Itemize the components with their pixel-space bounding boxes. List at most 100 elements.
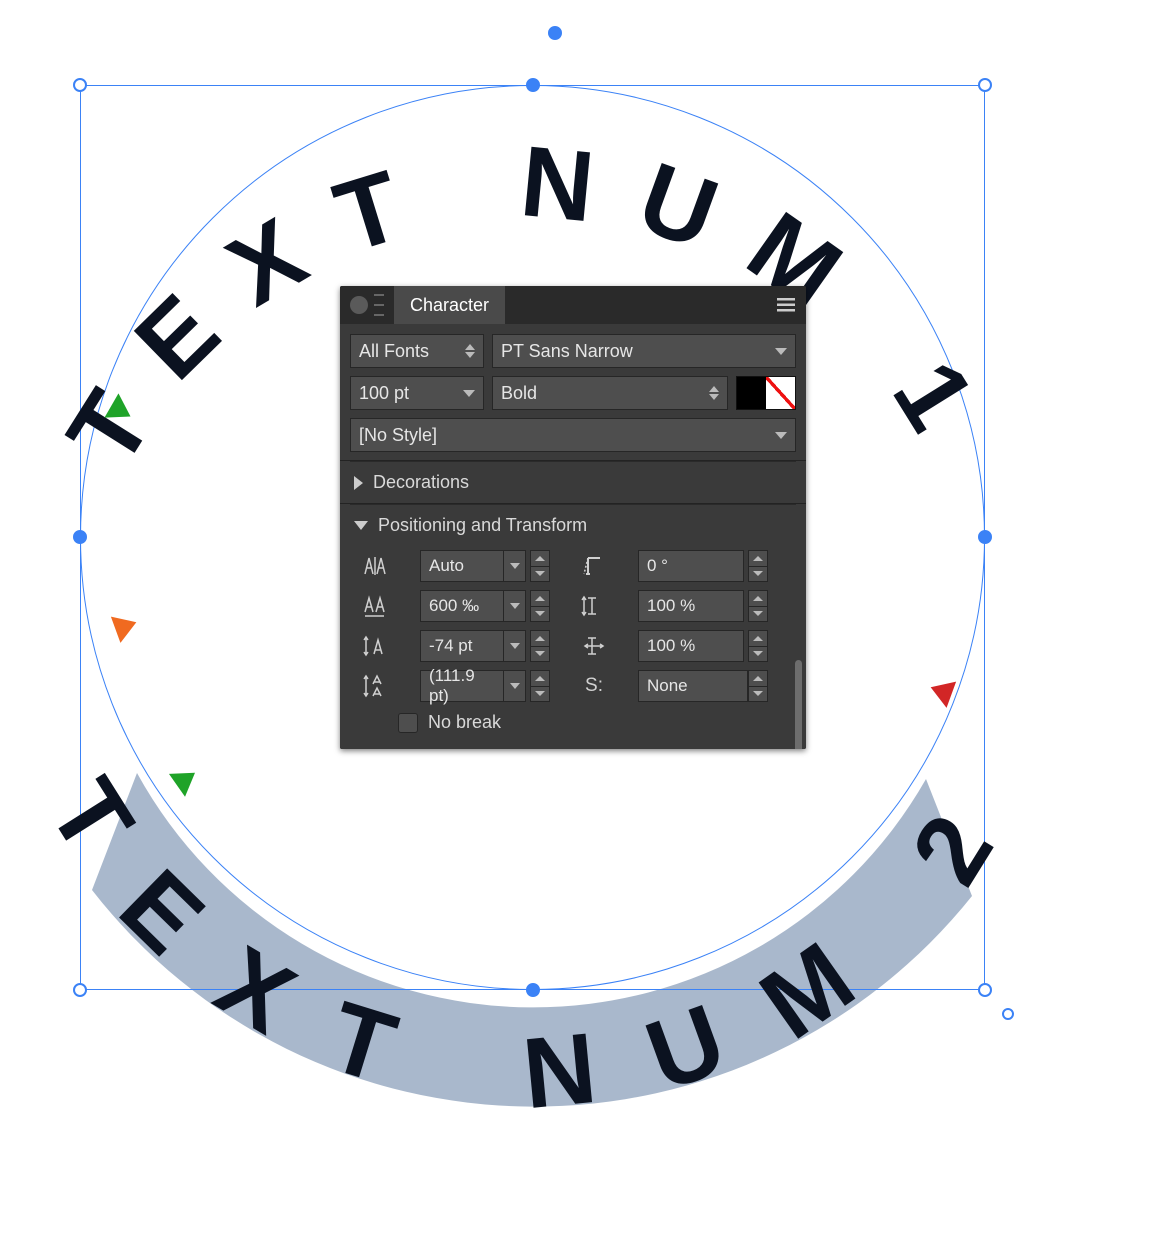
stepper-down[interactable] <box>530 646 550 663</box>
baseline-shift-stepper[interactable] <box>530 630 550 662</box>
hamburger-icon <box>777 298 795 312</box>
baseline-shift-value: -74 pt <box>429 636 472 656</box>
vscale-value: 100 % <box>647 596 695 616</box>
tracking-value: 600 ‰ <box>429 596 479 616</box>
chevron-down-icon <box>463 390 475 397</box>
disclosure-right-icon <box>354 476 363 490</box>
text-color-swatches[interactable] <box>736 376 796 410</box>
shear-icon <box>576 554 612 578</box>
text-start-marker-icon[interactable] <box>104 393 137 428</box>
stepper-down[interactable] <box>530 566 550 583</box>
stepper-up[interactable] <box>748 670 768 686</box>
hscale-icon <box>576 634 612 658</box>
shear-value: 0 ° <box>647 556 668 576</box>
text-end-marker-icon[interactable] <box>926 674 956 708</box>
stepper-down[interactable] <box>748 606 768 623</box>
leading-stepper[interactable] <box>530 670 550 702</box>
stepper-up[interactable] <box>530 630 550 646</box>
character-style-value: [No Style] <box>359 425 437 446</box>
baseline-shift-dropdown[interactable] <box>504 630 526 662</box>
hscale-value: 100 % <box>647 636 695 656</box>
stepper-up[interactable] <box>748 550 768 566</box>
stepper-down[interactable] <box>748 686 768 703</box>
handle-sw[interactable] <box>73 983 87 997</box>
no-break-checkbox[interactable] <box>398 713 418 733</box>
caps-style-select[interactable]: None <box>638 670 768 702</box>
handle-s[interactable] <box>526 983 540 997</box>
hscale-field[interactable]: 100 % <box>638 630 768 662</box>
stroke-swatch[interactable] <box>766 377 795 409</box>
handle-e[interactable] <box>978 530 992 544</box>
stepper-down[interactable] <box>530 606 550 623</box>
tracking-field[interactable]: 600 ‰ <box>420 590 550 622</box>
panel-grip-icon[interactable] <box>374 294 384 316</box>
section-decorations-label: Decorations <box>373 472 469 493</box>
hscale-stepper[interactable] <box>748 630 768 662</box>
character-panel[interactable]: Character All Fonts PT Sans Narrow <box>340 286 806 749</box>
handle-w[interactable] <box>73 530 87 544</box>
tracking-icon <box>358 594 394 618</box>
leading-field[interactable]: (111.9 pt) <box>420 670 550 702</box>
text-start-marker-2-icon[interactable] <box>169 761 203 797</box>
leading-dropdown[interactable] <box>504 670 526 702</box>
stepper-up[interactable] <box>530 670 550 686</box>
stepper-down[interactable] <box>530 686 550 703</box>
baseline-shift-icon <box>358 634 394 658</box>
stepper-up[interactable] <box>530 550 550 566</box>
stepper-down[interactable] <box>748 566 768 583</box>
design-canvas[interactable]: TEXT NUM 1 TEXT NUM 2 Character <box>0 0 1156 1236</box>
handle-ne[interactable] <box>978 78 992 92</box>
sort-arrows-icon <box>465 344 475 358</box>
stepper-up[interactable] <box>748 630 768 646</box>
baseline-shift-field[interactable]: -74 pt <box>420 630 550 662</box>
kerning-stepper[interactable] <box>530 550 550 582</box>
character-style-select[interactable]: [No Style] <box>350 418 796 452</box>
stepper-up[interactable] <box>530 590 550 606</box>
chevron-down-icon <box>775 432 787 439</box>
tab-character[interactable]: Character <box>394 286 505 324</box>
font-weight-select[interactable]: Bold <box>492 376 728 410</box>
text-overflow-marker-icon[interactable] <box>111 609 141 643</box>
panel-titlebar[interactable]: Character <box>340 286 806 324</box>
fill-swatch[interactable] <box>737 377 766 409</box>
font-size-value: 100 pt <box>359 383 409 404</box>
curved-text-bottom[interactable]: TEXT NUM 2 <box>27 761 1036 1131</box>
tracking-dropdown[interactable] <box>504 590 526 622</box>
chevron-down-icon <box>775 348 787 355</box>
panel-menu-button[interactable] <box>766 286 806 324</box>
vscale-icon <box>576 594 612 618</box>
stepper-down[interactable] <box>748 646 768 663</box>
shear-field[interactable]: 0 ° <box>638 550 768 582</box>
sort-arrows-icon <box>709 386 719 400</box>
kerning-field[interactable]: Auto <box>420 550 550 582</box>
handle-nw[interactable] <box>73 78 87 92</box>
close-icon[interactable] <box>350 296 368 314</box>
vscale-field[interactable]: 100 % <box>638 590 768 622</box>
vscale-stepper[interactable] <box>748 590 768 622</box>
panel-scrollbar[interactable] <box>795 660 802 749</box>
caps-style-label: S: <box>576 675 612 697</box>
section-decorations[interactable]: Decorations <box>350 461 796 503</box>
kerning-icon <box>358 554 394 578</box>
disclosure-down-icon <box>354 521 368 530</box>
tabbar <box>505 286 766 324</box>
handle-se[interactable] <box>978 983 992 997</box>
section-positioning[interactable]: Positioning and Transform <box>350 504 796 546</box>
node-top[interactable] <box>548 26 562 40</box>
section-positioning-label: Positioning and Transform <box>378 515 587 536</box>
kerning-dropdown[interactable] <box>504 550 526 582</box>
font-category-select[interactable]: All Fonts <box>350 334 484 368</box>
caps-style-arrows[interactable] <box>748 670 768 702</box>
tracking-stepper[interactable] <box>530 590 550 622</box>
font-category-value: All Fonts <box>359 341 429 362</box>
stepper-up[interactable] <box>748 590 768 606</box>
font-weight-value: Bold <box>501 383 537 404</box>
rotation-handle[interactable] <box>1002 1008 1014 1020</box>
handle-n[interactable] <box>526 78 540 92</box>
font-family-select[interactable]: PT Sans Narrow <box>492 334 796 368</box>
shear-stepper[interactable] <box>748 550 768 582</box>
font-size-select[interactable]: 100 pt <box>350 376 484 410</box>
caps-style-value: None <box>647 676 688 696</box>
leading-value: (111.9 pt) <box>429 666 495 706</box>
kerning-value: Auto <box>429 556 464 576</box>
